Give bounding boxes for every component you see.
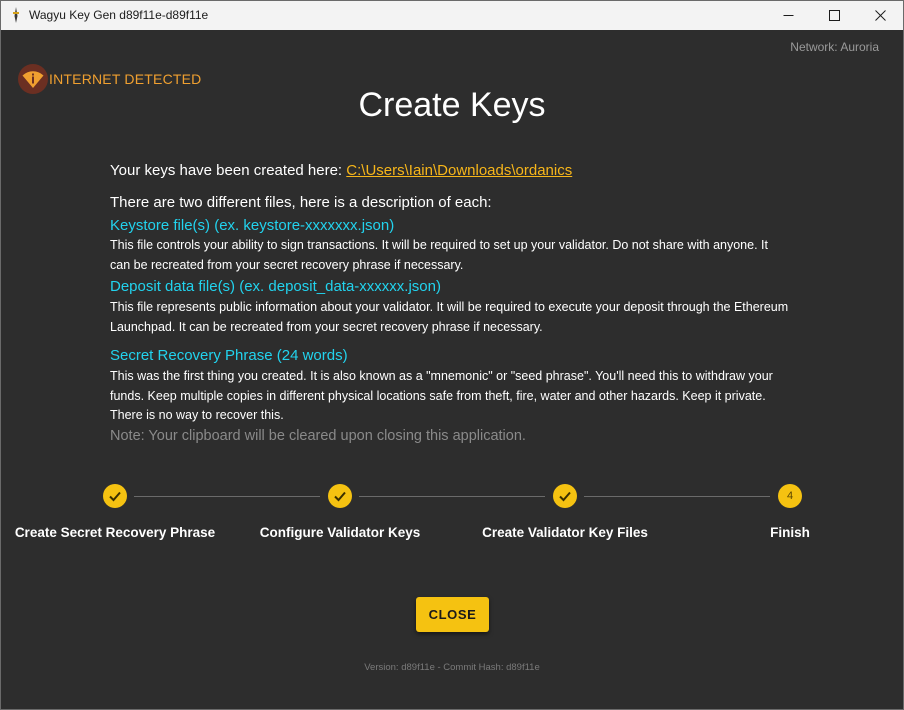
step-2-label: Configure Validator Keys <box>259 525 421 540</box>
step-3-label: Create Validator Key Files <box>482 525 648 540</box>
srp-description: This was the first thing you created. It… <box>110 369 773 422</box>
files-intro: There are two different files, here is a… <box>110 194 492 211</box>
close-button[interactable]: CLOSE <box>416 597 489 632</box>
step-connector <box>359 496 545 497</box>
deposit-description: This file represents public information … <box>110 300 789 334</box>
title-bar[interactable]: Wagyu Key Gen d89f11e-d89f11e <box>1 1 903 30</box>
created-prefix: Your keys have been created here: <box>110 162 347 179</box>
srp-heading: Secret Recovery Phrase (24 words) <box>110 347 348 364</box>
minimize-icon <box>783 15 793 16</box>
created-path-link[interactable]: C:\Users\Iain\Downloads\ordanics <box>346 162 572 179</box>
close-icon <box>874 10 886 21</box>
step-1-label: Create Secret Recovery Phrase <box>14 525 216 540</box>
keystore-description: This file controls your ability to sign … <box>110 238 768 272</box>
minimize-button[interactable] <box>765 1 811 30</box>
clipboard-note: Note: Your clipboard will be cleared upo… <box>110 428 526 444</box>
internet-warning-label: INTERNET DETECTED <box>49 71 202 87</box>
app-window: Wagyu Key Gen d89f11e-d89f11e Network: A… <box>0 0 904 710</box>
page-title: Create Keys <box>358 86 546 124</box>
version-info: Version: d89f11e - Commit Hash: d89f11e <box>364 662 540 673</box>
check-icon <box>559 491 571 502</box>
step-1-check <box>103 484 127 508</box>
step-4-number: 4 <box>778 484 802 508</box>
step-3-check <box>553 484 577 508</box>
keystore-heading: Keystore file(s) (ex. keystore-xxxxxxx.j… <box>110 217 395 234</box>
step-connector <box>134 496 320 497</box>
step-connector <box>584 496 770 497</box>
close-window-button[interactable] <box>857 1 903 30</box>
step-4-label: Finish <box>770 525 810 540</box>
maximize-icon <box>828 10 840 21</box>
main-content: Network: Auroria INTERNET DETECTED Creat… <box>1 30 903 709</box>
stepper: 4 Create Secret Recovery Phrase Configur… <box>1 482 903 552</box>
network-label: Network: Auroria <box>790 40 879 54</box>
app-icon <box>13 7 19 23</box>
maximize-button[interactable] <box>811 1 857 30</box>
deposit-heading: Deposit data file(s) (ex. deposit_data-x… <box>110 278 441 295</box>
window-title: Wagyu Key Gen d89f11e-d89f11e <box>29 8 209 22</box>
check-icon <box>334 491 346 502</box>
created-location: Your keys have been created here: C:\Use… <box>110 162 790 179</box>
step-2-check <box>328 484 352 508</box>
check-icon <box>109 491 121 502</box>
